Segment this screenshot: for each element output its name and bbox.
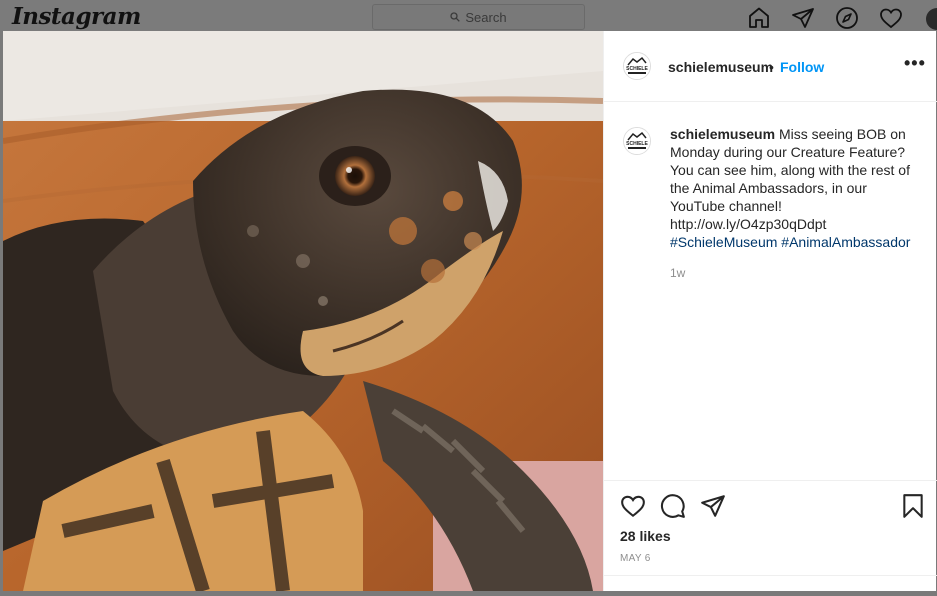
header-separator: •: [769, 59, 774, 75]
caption-avatar[interactable]: SCHIELE: [623, 127, 651, 155]
caption-timestamp[interactable]: 1w: [670, 266, 685, 280]
post-side-panel: SCHIELE schielemuseum • Follow ••• SCHIE…: [603, 31, 937, 592]
share-direct-icon[interactable]: [700, 493, 726, 519]
likes-count[interactable]: 28 likes: [620, 528, 671, 544]
comment-bubble-icon[interactable]: [660, 493, 686, 519]
post-date[interactable]: MAY 6: [620, 553, 651, 564]
post-actions: 28 likes MAY 6: [604, 480, 937, 592]
top-navigation-bar: Instagram Search: [0, 0, 937, 31]
follow-button[interactable]: Follow: [780, 59, 824, 75]
nav-icons: [747, 6, 923, 30]
instagram-logo[interactable]: Instagram: [12, 3, 141, 30]
avatar-wordmark: SCHIELE: [626, 66, 648, 72]
direct-icon[interactable]: [791, 6, 817, 30]
search-placeholder: Search: [465, 9, 507, 25]
avatar-wordmark: SCHIELE: [626, 141, 648, 147]
home-icon[interactable]: [747, 6, 773, 30]
header-username[interactable]: schielemuseum: [668, 59, 773, 75]
like-heart-icon[interactable]: [620, 493, 646, 519]
post-header: SCHIELE schielemuseum • Follow •••: [604, 31, 937, 102]
explore-icon[interactable]: [835, 6, 861, 30]
search-input[interactable]: Search: [372, 4, 585, 30]
hashtag-link[interactable]: #SchieleMuseum: [670, 234, 777, 250]
profile-avatar[interactable]: [926, 8, 937, 30]
activity-heart-icon[interactable]: [879, 6, 905, 30]
post-photo[interactable]: [3, 31, 603, 591]
caption-username[interactable]: schielemuseum: [670, 126, 775, 142]
add-comment-area[interactable]: [604, 575, 937, 596]
more-options-icon[interactable]: •••: [904, 53, 926, 74]
search-icon: [450, 12, 461, 22]
post-caption: schielemuseum Miss seeing BOB on Monday …: [670, 125, 920, 251]
account-avatar[interactable]: SCHIELE: [623, 52, 651, 80]
save-bookmark-icon[interactable]: [900, 493, 926, 519]
turtle-photo-image: [3, 31, 603, 591]
hashtag-link[interactable]: #AnimalAmbassador: [781, 234, 910, 250]
post-modal: SCHIELE schielemuseum • Follow ••• SCHIE…: [3, 31, 937, 592]
